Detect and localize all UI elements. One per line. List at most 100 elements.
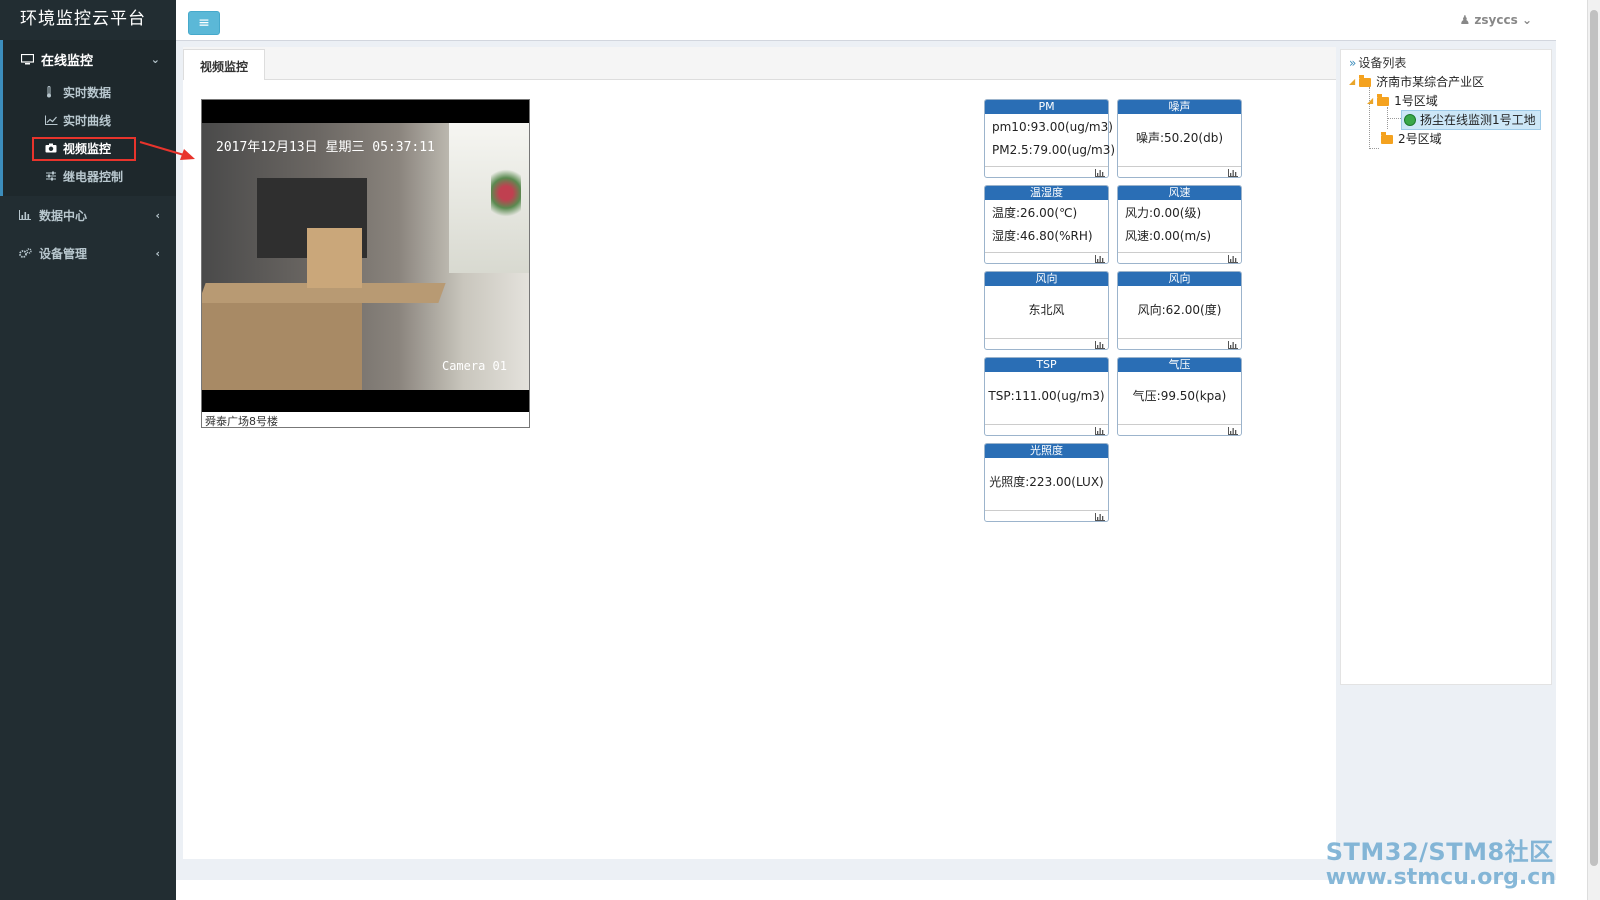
device-online-icon: [1404, 114, 1416, 126]
tree-node-label: 扬尘在线监测1号工地: [1420, 113, 1536, 127]
sensor-card-wind-speed: 风速 风力:0.00(级) 风速:0.00(m/s): [1117, 185, 1242, 264]
sensor-card-pm: PM pm10:93.00(ug/m3) PM2.5:79.00(ug/m3): [984, 99, 1116, 178]
user-icon: ♟: [1459, 13, 1471, 27]
folder-icon: [1359, 74, 1372, 87]
chevron-down-icon: ⌄: [1521, 13, 1532, 27]
expand-triangle-icon: ◢: [1367, 96, 1374, 105]
sidebar-item-label: 实时数据: [63, 85, 112, 100]
user-name: zsyccs: [1474, 13, 1518, 27]
tab-video-monitor[interactable]: 视频监控: [183, 49, 266, 80]
card-title: PM: [985, 100, 1108, 114]
line-chart-icon: [45, 115, 59, 125]
tree-node-area-1[interactable]: ◢ 1号区域: [1367, 92, 1438, 110]
sidebar-toggle-button[interactable]: ≡: [188, 11, 220, 35]
tree-node-label: 1号区域: [1394, 94, 1438, 108]
menu-device-management[interactable]: 设备管理 ‹: [0, 234, 176, 272]
main-panel: 视频监控 2017年12月13日 星期三 05:37:11 Camera 01 …: [139, 47, 1336, 859]
gears-icon: [19, 248, 35, 258]
card-title: TSP: [985, 358, 1108, 372]
menu-group-online-monitor: 在线监控 ⌄ 实时数据 实时曲线 视频监控 继电器控制: [0, 40, 176, 196]
bar-chart-icon[interactable]: [1228, 169, 1238, 177]
user-menu[interactable]: ♟ zsyccs ⌄: [1459, 13, 1532, 27]
sidebar-item-realtime-curve[interactable]: 实时曲线: [3, 106, 176, 134]
bar-chart-icon[interactable]: [1228, 427, 1238, 435]
sidebar-item-label: 实时曲线: [63, 113, 112, 128]
chevron-left-icon: ‹: [155, 246, 160, 260]
card-value: 东北风: [1028, 303, 1065, 317]
tree-node-root[interactable]: ◢ 济南市某综合产业区: [1349, 73, 1484, 91]
card-value: 风力:0.00(级): [1125, 206, 1202, 220]
tree-node-area-2[interactable]: 2号区域: [1381, 130, 1442, 148]
chevron-down-icon: ⌄: [150, 52, 160, 66]
card-title: 气压: [1118, 358, 1241, 372]
card-value: PM2.5:79.00(ug/m3): [992, 143, 1116, 157]
tree-node-device[interactable]: 扬尘在线监测1号工地: [1401, 110, 1541, 130]
card-value: pm10:93.00(ug/m3): [992, 120, 1113, 134]
double-chevron-right-icon: »: [1349, 56, 1357, 70]
bar-chart-icon[interactable]: [1095, 341, 1105, 349]
bar-chart-icon[interactable]: [1095, 255, 1105, 263]
menu-online-monitor-label: 在线监控: [41, 53, 94, 69]
device-list-header[interactable]: » 设备列表: [1341, 50, 1551, 72]
menu-online-monitor[interactable]: 在线监控 ⌄: [3, 40, 176, 78]
card-value: TSP:111.00(ug/m3): [988, 389, 1105, 403]
watermark: STM32/STM8社区 www.stmcu.org.cn: [1325, 838, 1556, 891]
card-title: 风速: [1118, 186, 1241, 200]
folder-icon: [1377, 93, 1390, 106]
video-caption: 舜泰广场8号楼: [205, 415, 278, 428]
watermark-line-1: STM32/STM8社区: [1325, 838, 1554, 866]
card-title: 风向: [1118, 272, 1241, 286]
sensor-card-wind-direction-degrees: 风向 风向:62.00(度): [1117, 271, 1242, 350]
sidebar-item-label: 继电器控制: [63, 169, 124, 184]
card-title: 光照度: [985, 444, 1108, 458]
card-value: 光照度:223.00(LUX): [989, 475, 1104, 489]
bar-chart-icon[interactable]: [1095, 427, 1105, 435]
scrollbar-thumb[interactable]: [1590, 10, 1598, 866]
camera-feed-image: [202, 123, 529, 390]
video-screen: 2017年12月13日 星期三 05:37:11 Camera 01: [202, 100, 529, 412]
video-timestamp: 2017年12月13日 星期三 05:37:11: [216, 140, 435, 155]
bar-chart-icon: [19, 210, 35, 220]
card-value: 气压:99.50(kpa): [1132, 389, 1227, 403]
app-title: 环境监控云平台: [20, 9, 146, 29]
tab-bar: 视频监控: [183, 47, 1336, 80]
sensor-card-wind-direction: 风向 东北风: [984, 271, 1109, 350]
sidebar-item-relay-control[interactable]: 继电器控制: [3, 162, 176, 190]
sensor-card-noise: 噪声 噪声:50.20(db): [1117, 99, 1242, 178]
menu-data-center[interactable]: 数据中心 ‹: [0, 196, 176, 234]
tree-node-label: 济南市某综合产业区: [1376, 75, 1485, 89]
chevron-left-icon: ‹: [155, 208, 160, 222]
card-title: 温湿度: [985, 186, 1108, 200]
card-title: 风向: [985, 272, 1108, 286]
expand-triangle-icon: ◢: [1349, 77, 1356, 86]
monitor-icon: [21, 53, 37, 65]
highlight-box: [32, 137, 136, 161]
menu-device-management-label: 设备管理: [39, 246, 88, 261]
content-area: 视频监控 2017年12月13日 星期三 05:37:11 Camera 01 …: [139, 41, 1556, 880]
card-value: 风速:0.00(m/s): [1125, 229, 1212, 243]
device-list-title: 设备列表: [1358, 56, 1407, 70]
card-value: 噪声:50.20(db): [1136, 131, 1223, 145]
card-value: 湿度:46.80(%RH): [992, 229, 1093, 243]
top-navbar: ≡ ♟ zsyccs ⌄: [176, 0, 1556, 41]
sensor-card-tsp: TSP TSP:111.00(ug/m3): [984, 357, 1109, 436]
sidebar: 环境监控云平台 在线监控 ⌄ 实时数据 实时曲线 视频监控 继电器控制 数据中心…: [0, 0, 176, 900]
tree-node-label: 2号区域: [1398, 132, 1442, 146]
bar-chart-icon[interactable]: [1228, 341, 1238, 349]
camera-label: Camera 01: [441, 359, 507, 373]
folder-icon: [1381, 131, 1393, 144]
sliders-icon: [45, 171, 59, 181]
thermometer-icon: [45, 86, 59, 98]
sensor-card-temp-humidity: 温湿度 温度:26.00(℃) 湿度:46.80(%RH): [984, 185, 1109, 264]
bar-chart-icon[interactable]: [1095, 513, 1105, 521]
page-scrollbar[interactable]: [1587, 0, 1600, 900]
bar-chart-icon[interactable]: [1228, 255, 1238, 263]
sidebar-item-realtime-data[interactable]: 实时数据: [3, 78, 176, 106]
card-title: 噪声: [1118, 100, 1241, 114]
bar-chart-icon[interactable]: [1095, 169, 1105, 177]
menu-data-center-label: 数据中心: [39, 208, 88, 223]
hamburger-icon: ≡: [198, 15, 210, 31]
device-list-panel: » 设备列表 ◢ 济南市某综合产业区 ◢ 1号区域 扬尘在线监测1号工地 2号区…: [1340, 49, 1552, 685]
sensor-card-illuminance: 光照度 光照度:223.00(LUX): [984, 443, 1109, 522]
video-player[interactable]: 2017年12月13日 星期三 05:37:11 Camera 01 舜泰广场8…: [139, 99, 530, 428]
